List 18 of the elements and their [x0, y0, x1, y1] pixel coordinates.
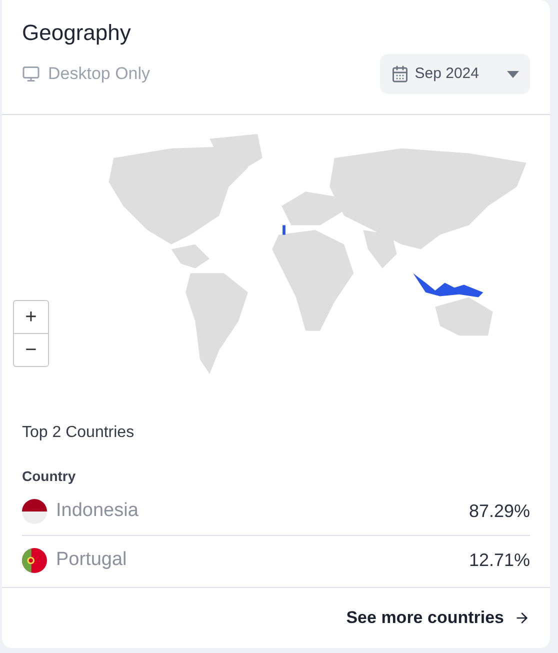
country-share: 12.71% — [468, 549, 530, 572]
device-filter-label: Desktop Only — [48, 63, 150, 86]
flag-icon — [22, 548, 47, 573]
section-heading: Top 2 Countries — [22, 423, 136, 443]
country-name: Portugal — [56, 548, 127, 572]
country-share: 87.29% — [468, 500, 530, 522]
flag-icon — [22, 498, 47, 524]
column-header: Country — [22, 467, 77, 486]
see-more-link[interactable]: See more countries — [346, 605, 530, 631]
card-title: Geography — [22, 19, 132, 47]
monitor-icon — [22, 65, 40, 83]
date-picker[interactable]: Sep 2024 — [380, 54, 530, 94]
zoom-out-button[interactable]: − — [13, 333, 49, 367]
zoom-in-button[interactable]: + — [13, 300, 49, 334]
caret-icon — [507, 70, 519, 78]
country-name: Indonesia — [56, 498, 138, 523]
arrow-icon — [514, 610, 530, 626]
calendar-icon — [390, 65, 409, 83]
